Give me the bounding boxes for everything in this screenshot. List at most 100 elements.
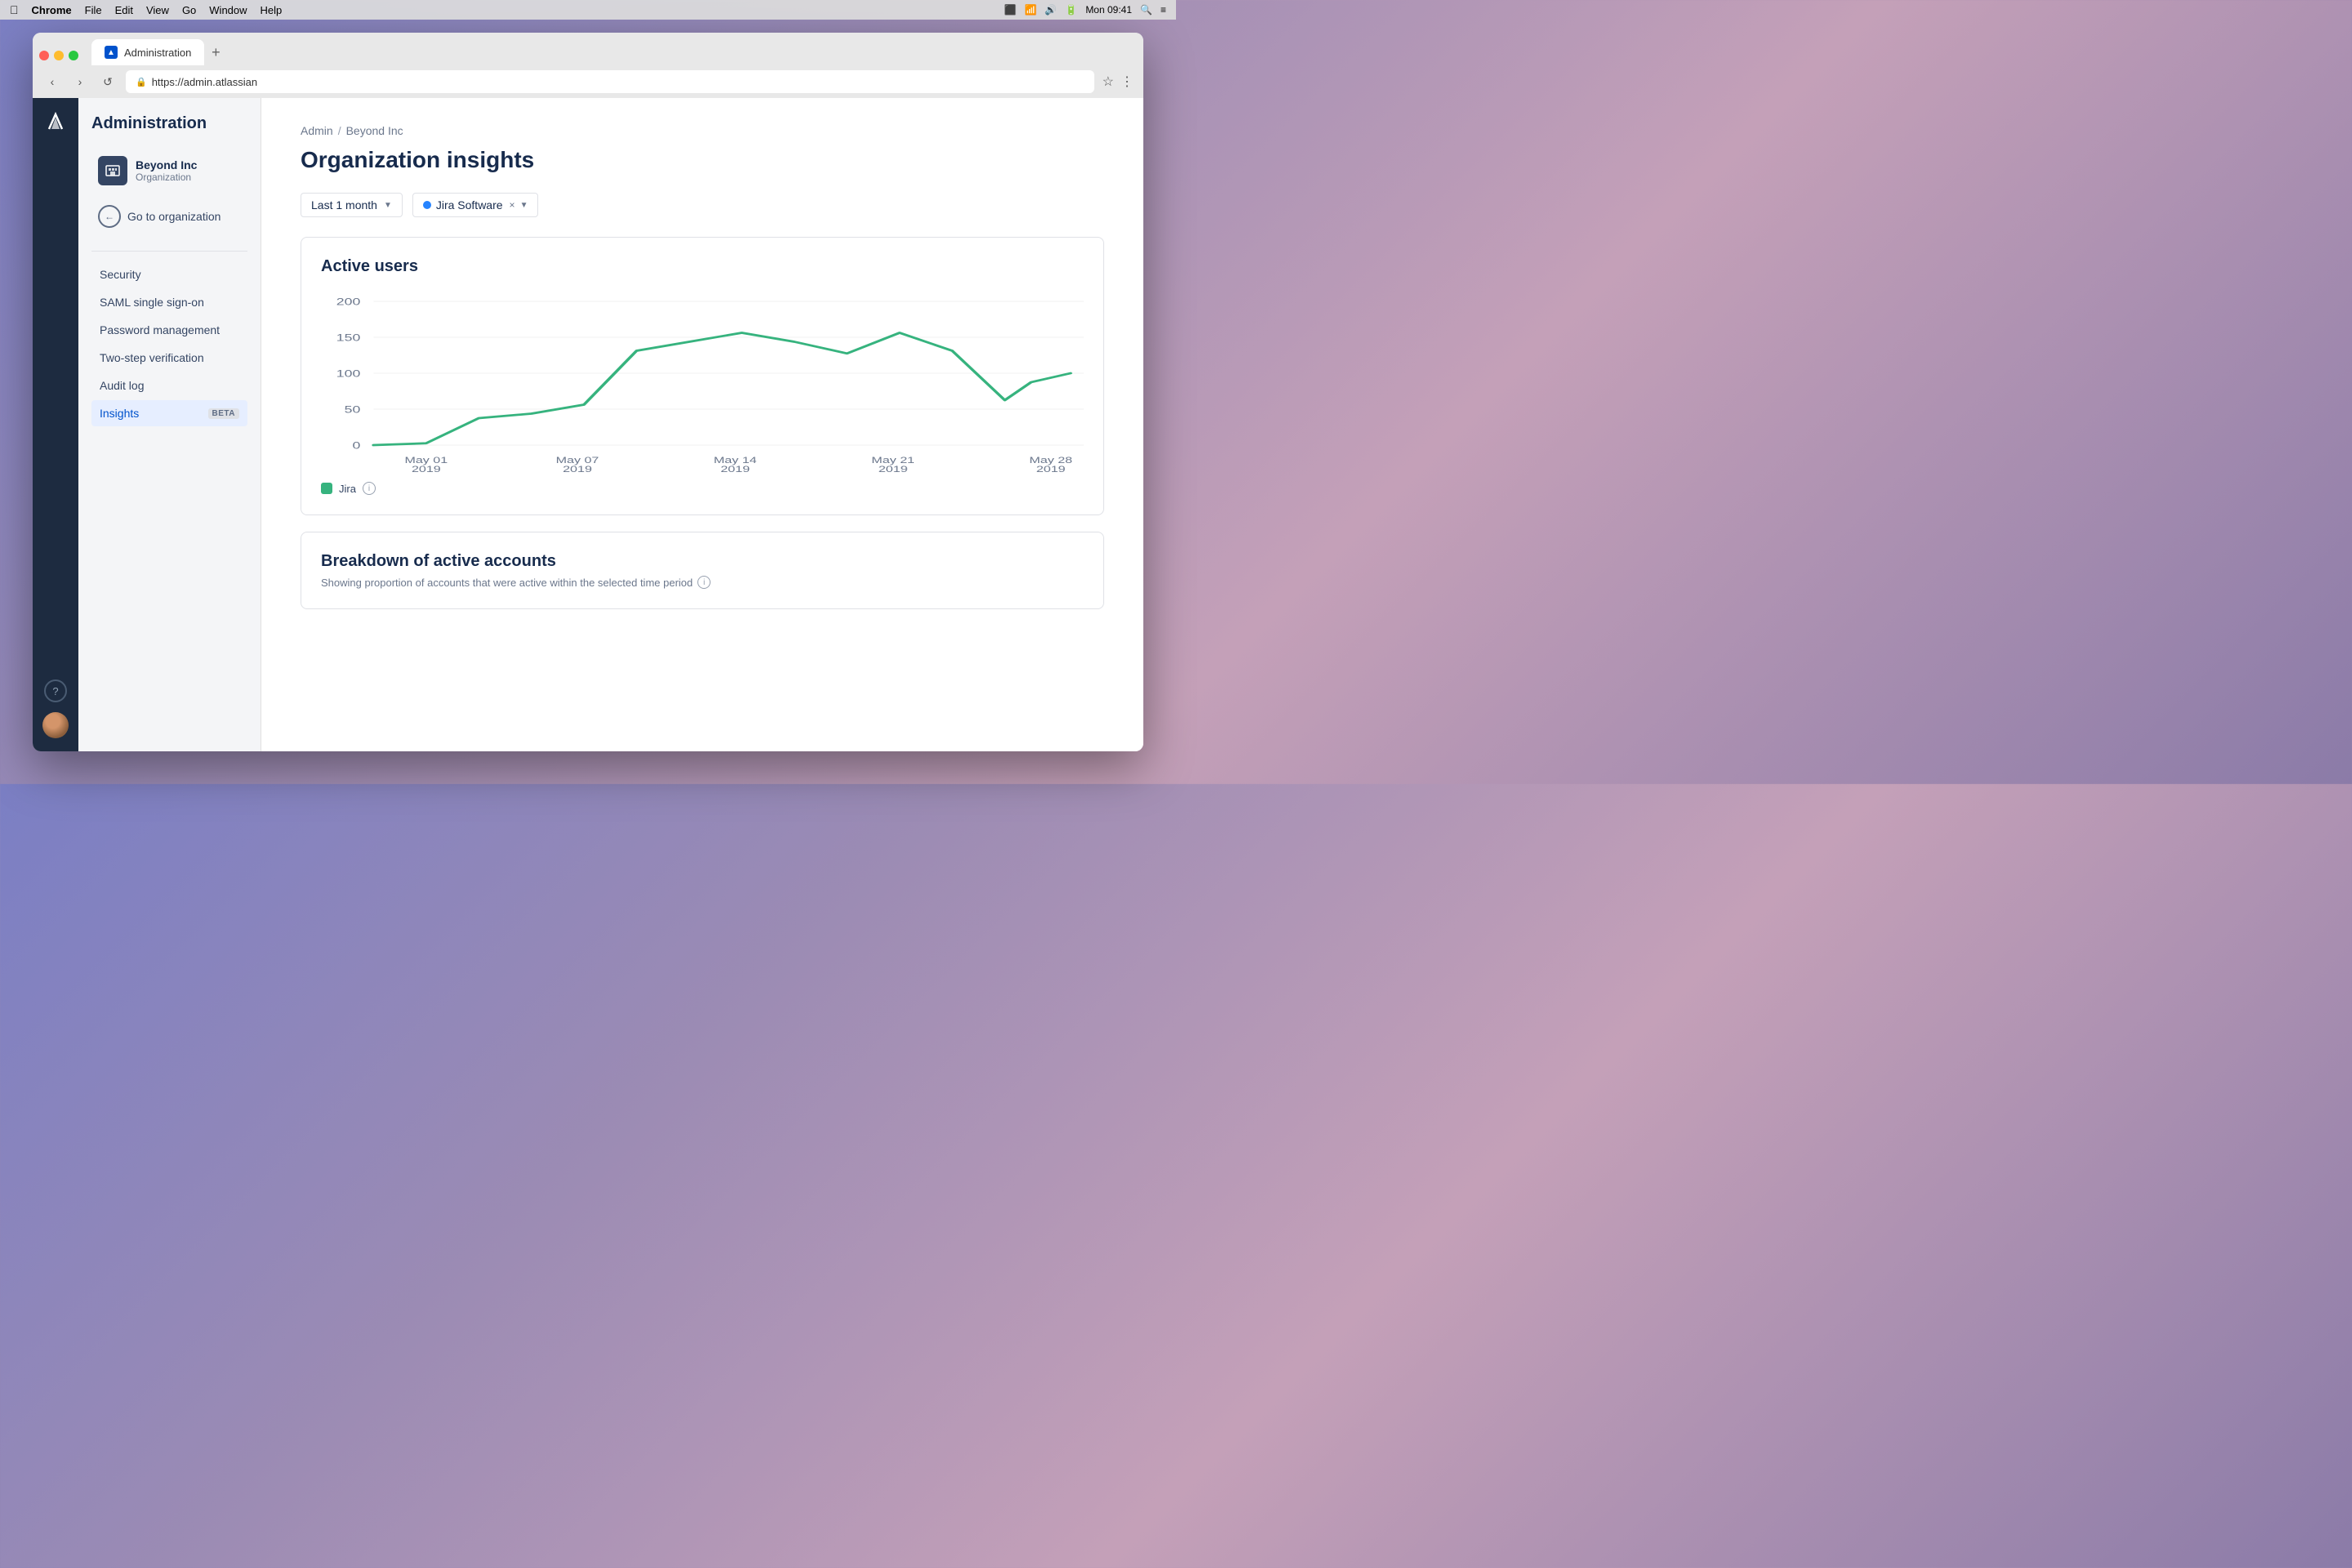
wifi-icon: 📶 (1024, 4, 1036, 16)
product-filter-label: Jira Software (436, 198, 503, 212)
menu-chrome[interactable]: Chrome (32, 4, 72, 16)
product-filter-dropdown[interactable]: Jira Software × ▼ (412, 193, 539, 217)
tab-bar: ▲ Administration + (33, 33, 1143, 65)
org-item[interactable]: Beyond Inc Organization (91, 149, 247, 192)
dark-sidebar-bottom: ? (42, 679, 69, 738)
org-icon (98, 156, 127, 185)
sidebar-item-saml[interactable]: SAML single sign-on (91, 289, 247, 315)
traffic-lights (39, 51, 78, 60)
app-content: ? Administration (33, 98, 1143, 751)
sidebar-title: Administration (91, 114, 247, 133)
chart-title: Active users (321, 257, 1084, 276)
menubar:  Chrome File Edit View Go Window Help ⬛… (0, 0, 1176, 20)
search-icon[interactable]: 🔍 (1140, 4, 1152, 16)
time-filter-label: Last 1 month (311, 198, 377, 212)
avatar-image (42, 712, 69, 738)
close-button[interactable] (39, 51, 49, 60)
menu-file[interactable]: File (85, 4, 102, 16)
chevron-down-icon: ▼ (384, 201, 392, 210)
menubar-left:  Chrome File Edit View Go Window Help (10, 3, 282, 16)
volume-icon: 🔊 (1045, 4, 1057, 16)
svg-text:0: 0 (352, 440, 360, 452)
svg-text:2019: 2019 (563, 464, 592, 472)
legend-info-icon[interactable]: i (363, 482, 376, 495)
menubar-right: ⬛ 📶 🔊 🔋 Mon 09:41 🔍 ≡ (1004, 4, 1167, 16)
bookmark-icon[interactable]: ☆ (1102, 74, 1114, 90)
breadcrumb-current: Beyond Inc (346, 124, 403, 137)
menu-window[interactable]: Window (209, 4, 247, 16)
main-content: Admin / Beyond Inc Organization insights… (261, 98, 1143, 751)
product-dot-icon (423, 201, 431, 209)
question-mark-icon: ? (52, 685, 58, 697)
go-to-org-button[interactable]: ← Go to organization (91, 198, 247, 234)
breadcrumb-admin[interactable]: Admin (301, 124, 333, 137)
forward-button[interactable]: › (70, 72, 90, 91)
active-users-chart-card: Active users 200 150 100 50 (301, 237, 1104, 515)
lock-icon: 🔒 (136, 77, 147, 87)
svg-text:100: 100 (336, 368, 361, 380)
user-avatar[interactable] (42, 712, 69, 738)
breakdown-subtitle: Showing proportion of accounts that were… (321, 576, 1084, 589)
go-to-org-label: Go to organization (127, 210, 220, 223)
menu-help[interactable]: Help (261, 4, 283, 16)
refresh-button[interactable]: ↺ (98, 72, 118, 91)
dark-sidebar: ? (33, 98, 78, 751)
chart-area: 200 150 100 50 0 May 01 2019 May 07 (321, 292, 1084, 472)
minimize-button[interactable] (54, 51, 64, 60)
svg-text:2019: 2019 (412, 464, 441, 472)
tab-favicon: ▲ (105, 46, 118, 59)
new-tab-button[interactable]: + (204, 41, 227, 64)
go-icon: ← (98, 205, 121, 228)
menu-view[interactable]: View (146, 4, 169, 16)
breakdown-title: Breakdown of active accounts (321, 552, 1084, 571)
address-bar: ‹ › ↺ 🔒 https://admin.atlassian ☆ ⋮ (33, 65, 1143, 98)
org-type: Organization (136, 172, 197, 183)
sidebar-item-password[interactable]: Password management (91, 317, 247, 343)
airplay-icon: ⬛ (1004, 4, 1017, 16)
chart-legend: Jira i (321, 482, 1084, 495)
filter-row: Last 1 month ▼ Jira Software × ▼ (301, 193, 1104, 217)
back-button[interactable]: ‹ (42, 72, 62, 91)
svg-text:150: 150 (336, 332, 361, 344)
svg-text:2019: 2019 (879, 464, 908, 472)
svg-text:200: 200 (336, 296, 361, 308)
sidebar-item-insights[interactable]: Insights BETA (91, 400, 247, 426)
atlassian-logo[interactable] (42, 111, 69, 137)
breakdown-card: Breakdown of active accounts Showing pro… (301, 532, 1104, 609)
product-chevron-down-icon: ▼ (520, 201, 528, 210)
apple-icon[interactable]:  (10, 3, 19, 16)
browser-window: ▲ Administration + ‹ › ↺ 🔒 https://admin… (33, 33, 1143, 751)
more-options-icon[interactable]: ⋮ (1120, 74, 1134, 90)
product-filter-clear-icon[interactable]: × (510, 199, 515, 211)
nav-divider (91, 251, 247, 252)
menu-edit[interactable]: Edit (115, 4, 133, 16)
menu-go[interactable]: Go (182, 4, 196, 16)
maximize-button[interactable] (69, 51, 78, 60)
address-bar-right: ☆ ⋮ (1102, 74, 1134, 90)
insights-label: Insights (100, 407, 139, 420)
svg-text:2019: 2019 (1036, 464, 1066, 472)
time-filter-dropdown[interactable]: Last 1 month ▼ (301, 193, 403, 217)
beta-badge: BETA (208, 408, 239, 419)
clock: Mon 09:41 (1085, 4, 1132, 16)
breadcrumb: Admin / Beyond Inc (301, 124, 1104, 137)
legend-jira-label: Jira (339, 483, 356, 495)
breakdown-info-icon[interactable]: i (697, 576, 710, 589)
chart-svg: 200 150 100 50 0 May 01 2019 May 07 (321, 292, 1084, 472)
sidebar-item-audit-log[interactable]: Audit log (91, 372, 247, 399)
browser-tab-active[interactable]: ▲ Administration (91, 39, 204, 65)
sidebar-item-two-step[interactable]: Two-step verification (91, 345, 247, 371)
legend-jira-dot (321, 483, 332, 494)
svg-text:50: 50 (345, 404, 361, 416)
org-name: Beyond Inc (136, 158, 197, 172)
sidebar-item-security[interactable]: Security (91, 261, 247, 287)
url-bar[interactable]: 🔒 https://admin.atlassian (126, 70, 1094, 93)
svg-text:2019: 2019 (720, 464, 750, 472)
browser-chrome: ▲ Administration + ‹ › ↺ 🔒 https://admin… (33, 33, 1143, 98)
page-title: Organization insights (301, 147, 1104, 173)
battery-icon: 🔋 (1065, 4, 1077, 16)
help-button[interactable]: ? (44, 679, 67, 702)
tab-title: Administration (124, 47, 191, 59)
control-center-icon[interactable]: ≡ (1160, 4, 1166, 16)
url-text: https://admin.atlassian (152, 76, 257, 88)
